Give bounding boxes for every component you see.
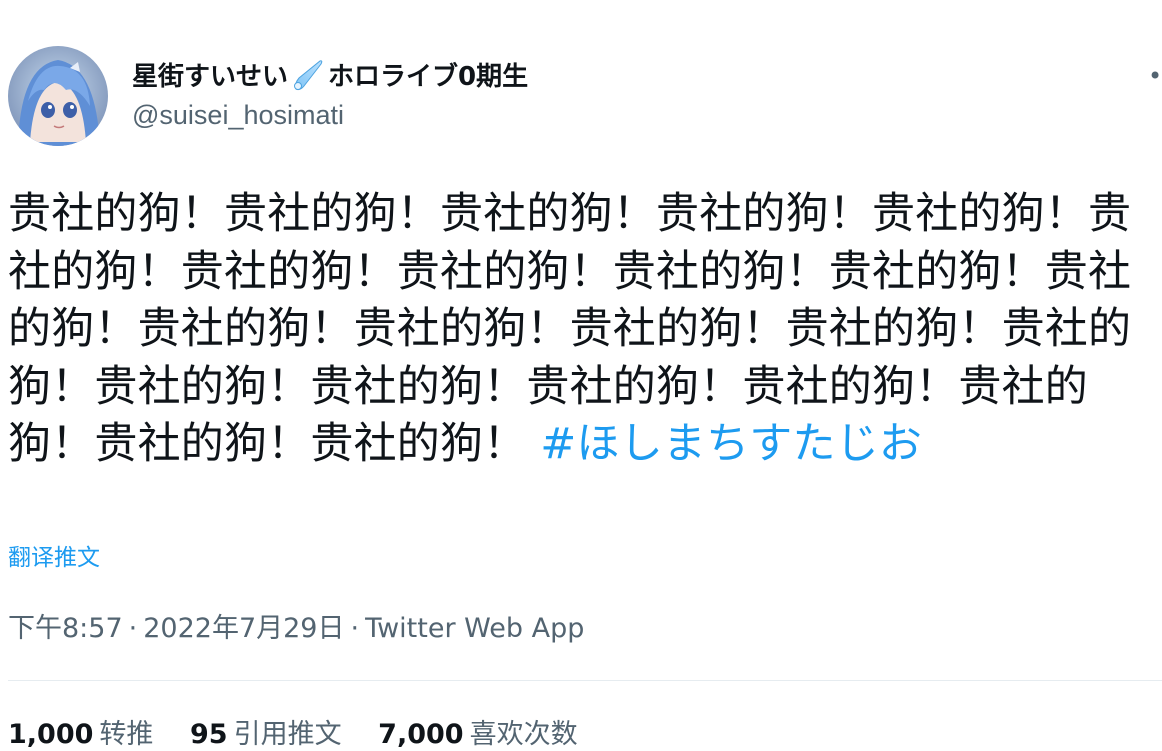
like-label: 喜欢次数 [469,719,578,750]
quote-stat[interactable]: 95 引用推文 [190,719,342,750]
author-handle[interactable]: @suisei_hosimati [132,100,344,131]
tweet-text: 贵社的狗！贵社的狗！贵社的狗！贵社的狗！贵社的狗！贵社的狗！贵社的狗！贵社的狗！… [8,186,1162,474]
tweet-source[interactable]: Twitter Web App [365,613,584,644]
tweet-time[interactable]: 下午8:57 [8,613,123,644]
like-stat[interactable]: 7,000 喜欢次数 [378,719,577,750]
translate-tweet-link[interactable]: 翻译推文 [8,538,100,572]
retweet-label: 转推 [99,719,154,750]
display-name-text: 星街すいせい [132,62,289,92]
retweet-stat[interactable]: 1,000 转推 [8,719,153,750]
avatar-image [8,46,108,146]
like-count: 7,000 [378,719,464,750]
comet-icon [290,58,326,92]
divider [8,680,1162,681]
hashtag-link[interactable]: #ほしまちすたじお [540,419,922,469]
quote-count: 95 [190,719,228,750]
tweet-meta: 下午8:57 · 2022年7月29日 · Twitter Web App [8,606,584,645]
meta-separator: · [350,613,360,644]
more-icon[interactable]: ••• [1148,62,1162,86]
display-name-affiliation: ホロライブ0期生 [328,62,529,92]
tweet-date[interactable]: 2022年7月29日 [143,613,344,644]
retweet-count: 1,000 [8,719,94,750]
display-name[interactable]: 星街すいせい ホロライブ0期生 [132,56,528,93]
meta-separator: · [128,613,138,644]
avatar[interactable] [8,46,108,146]
quote-label: 引用推文 [233,719,342,750]
tweet-stats: 1,000 转推 95 引用推文 7,000 喜欢次数 [8,712,606,751]
